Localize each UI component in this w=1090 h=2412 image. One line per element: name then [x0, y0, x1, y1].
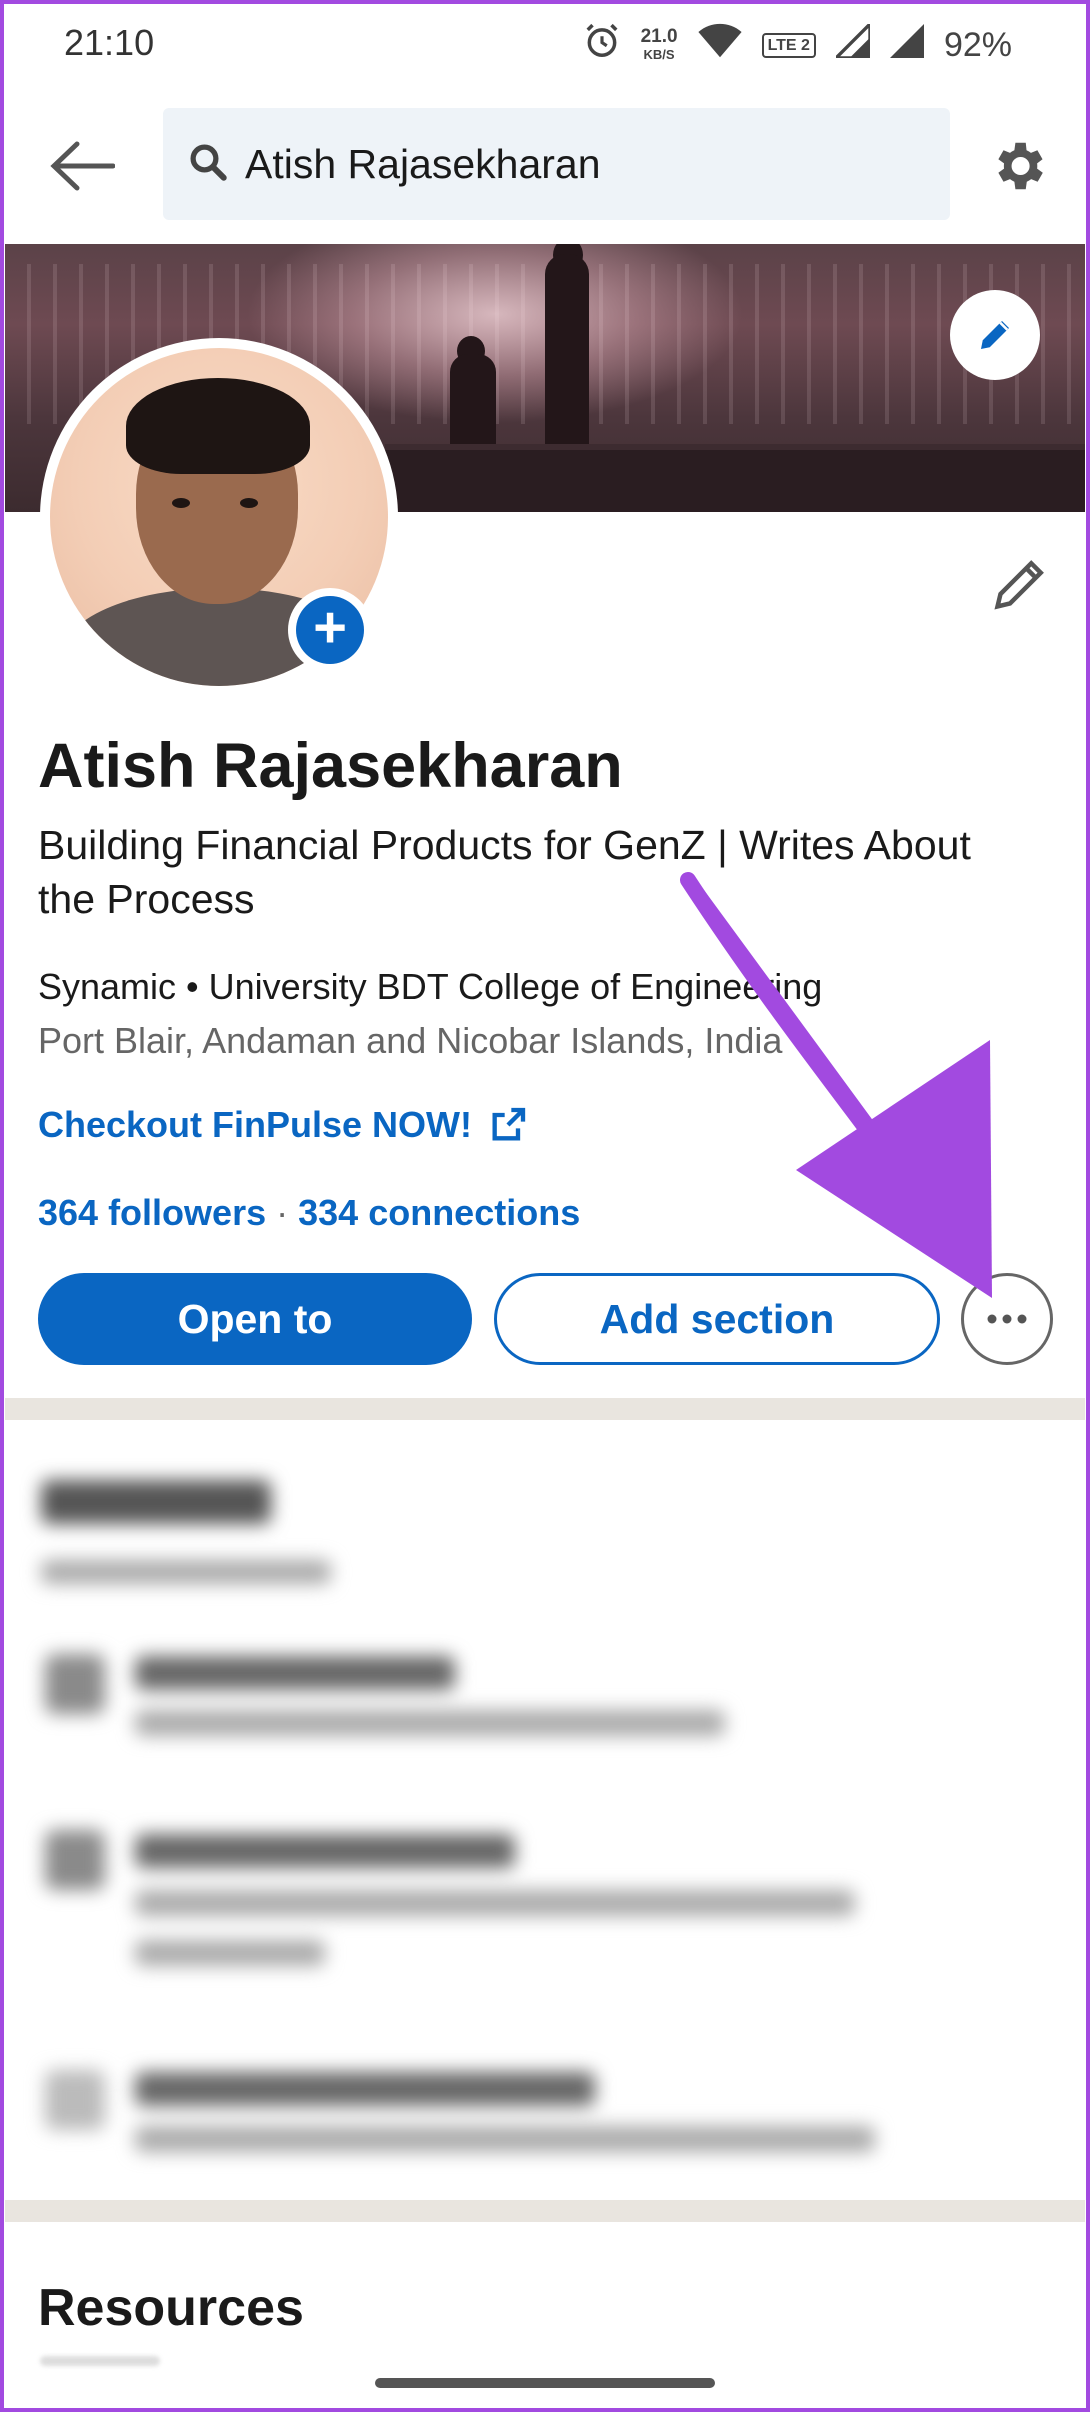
app-bar: Atish Rajasekharan: [0, 92, 1090, 242]
add-story-button[interactable]: +: [288, 588, 372, 672]
status-time: 21:10: [64, 22, 155, 63]
search-query: Atish Rajasekharan: [245, 140, 601, 187]
network-speed: 21.0 KB/S: [640, 25, 678, 64]
network-speed-value: 21.0: [640, 25, 678, 47]
profile-stats: 364 followers · 334 connections: [38, 1192, 580, 1234]
back-arrow-icon: [50, 141, 115, 191]
stats-separator: ·: [276, 1192, 289, 1233]
add-section-button[interactable]: Add section: [494, 1273, 940, 1365]
section-divider: [5, 2200, 1085, 2222]
network-speed-unit: KB/S: [643, 46, 675, 62]
open-to-button[interactable]: Open to: [38, 1273, 472, 1365]
back-button[interactable]: [44, 128, 120, 204]
status-icons: 21.0 KB/S LTE 2 92%: [583, 19, 1012, 69]
signal-icon-1: [831, 19, 872, 67]
edit-intro-button[interactable]: [980, 544, 1060, 624]
profile-headline: Building Financial Products for GenZ | W…: [38, 822, 971, 922]
search-input[interactable]: Atish Rajasekharan: [163, 108, 950, 220]
home-indicator[interactable]: [375, 2378, 715, 2388]
profile-link[interactable]: Checkout FinPulse NOW!: [38, 1104, 528, 1146]
status-bar: 21:10 21.0 KB/S LTE 2 92%: [0, 0, 1090, 92]
connections-link[interactable]: 334 connections: [298, 1192, 580, 1233]
alarm-icon: [583, 22, 621, 69]
resources-heading: Resources: [38, 2279, 304, 2337]
search-icon: [187, 141, 229, 188]
wifi-icon: [697, 23, 742, 68]
edit-banner-button[interactable]: [950, 290, 1040, 380]
external-link-icon: [492, 1107, 526, 1141]
pencil-icon: [994, 560, 1044, 610]
profile-link-label: Checkout FinPulse NOW!: [38, 1104, 473, 1145]
battery-text: 92%: [943, 26, 1012, 64]
resources-subtitle-blurred: [40, 2356, 160, 2366]
profile-name: Atish Rajasekharan: [38, 731, 623, 801]
analytics-section-blurred: [5, 1420, 1085, 2216]
lte-badge: LTE 2: [761, 33, 816, 58]
settings-button[interactable]: [980, 128, 1056, 204]
profile-organization: Synamic • University BDT College of Engi…: [38, 966, 823, 1007]
section-divider: [5, 1398, 1085, 1420]
more-horizontal-icon: [987, 1314, 1027, 1324]
more-options-button[interactable]: [961, 1273, 1053, 1365]
signal-icon-2: [889, 24, 924, 67]
profile-location: Port Blair, Andaman and Nicobar Islands,…: [38, 1020, 783, 1061]
followers-link[interactable]: 364 followers: [38, 1192, 266, 1233]
pencil-icon: [981, 321, 1009, 349]
gear-icon: [998, 142, 1043, 190]
plus-icon: +: [296, 596, 364, 664]
